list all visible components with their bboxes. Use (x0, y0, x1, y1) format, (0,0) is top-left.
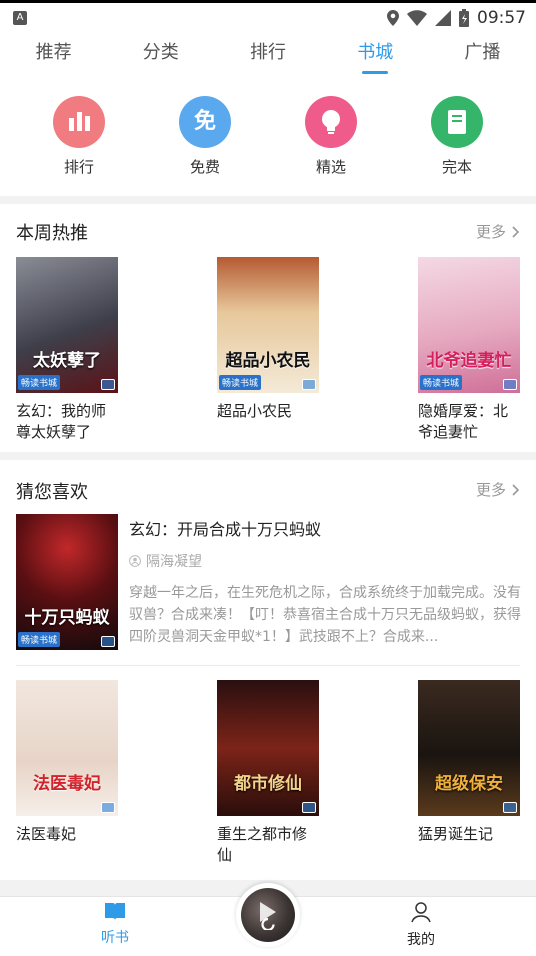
cover-title: 都市修仙 (234, 774, 302, 794)
audio-book-icon (302, 379, 316, 390)
audio-book-icon (503, 379, 517, 390)
top-tab-bar: 推荐 分类 排行 书城 广播 (0, 36, 536, 82)
book-card[interactable]: 超级保安 猛男诞生记 (418, 680, 522, 845)
audio-book-icon (101, 802, 115, 813)
tab-ranking[interactable]: 排行 (214, 36, 321, 82)
book-cover: 北爷追妻忙 畅读书城 (418, 257, 520, 393)
quick-ranking-label: 排行 (63, 158, 94, 176)
guess-more-label: 更多 (475, 481, 506, 499)
cover-title: 太妖孽了 (33, 351, 101, 371)
play-icon (260, 902, 276, 930)
signal-icon (435, 10, 451, 26)
status-bar: A 09:57 (0, 0, 536, 36)
clock: 09:57 (477, 8, 526, 28)
featured-book-title: 玄幻：开局合成十万只蚂蚁 (129, 520, 322, 539)
audio-book-icon (302, 802, 316, 813)
nav-mine[interactable]: 我的 (391, 901, 451, 949)
featured-author-name: 隔海凝望 (146, 554, 202, 570)
featured-book-author: 隔海凝望 (129, 551, 202, 571)
list-divider (16, 665, 520, 666)
player-button[interactable] (236, 883, 300, 947)
cover-title: 超级保安 (435, 774, 503, 794)
audio-book-icon (101, 636, 115, 647)
book-title: 重生之都市修仙 (217, 825, 308, 864)
book-title: 超品小农民 (217, 402, 293, 420)
book-card[interactable]: 超品小农民 畅读书城 超品小农民 (217, 257, 321, 422)
book-title: 猛男诞生记 (418, 825, 494, 843)
audio-book-icon (503, 802, 517, 813)
tab-category[interactable]: 分类 (107, 36, 214, 82)
cover-title: 十万只蚂蚁 (24, 608, 110, 628)
tab-bookstore[interactable]: 书城 (322, 36, 429, 82)
section-divider (0, 452, 536, 460)
user-icon (411, 902, 431, 923)
section-divider (0, 196, 536, 204)
book-card[interactable]: 法医毒妃 法医毒妃 (16, 680, 120, 845)
book-title: 隐婚厚爱：北爷追妻忙 (418, 402, 509, 441)
guess-more-link[interactable]: 更多 (476, 479, 520, 500)
app-notification-icon: A (13, 11, 27, 25)
free-icon-glyph: 免 (193, 109, 216, 134)
quick-entries: 排行 免 免费 精选 完本 (0, 90, 536, 190)
weekly-more-link[interactable]: 更多 (476, 221, 520, 242)
featured-book-desc: 穿越一年之后，在生死危机之际，合成系统终于加载完成。没有驭兽？合成来凑！【叮！恭… (129, 585, 521, 645)
cover-badge: 畅读书城 (18, 375, 61, 390)
cover-badge: 畅读书城 (420, 375, 463, 390)
book-icon (431, 96, 483, 148)
cover-title: 北爷追妻忙 (426, 351, 512, 371)
wifi-icon (407, 10, 427, 26)
cover-title: 超品小农民 (225, 351, 311, 371)
featured-book-cover: 十万只蚂蚁 畅读书城 (16, 514, 118, 650)
tab-recommend[interactable]: 推荐 (0, 36, 107, 82)
book-title: 法医毒妃 (16, 825, 77, 843)
open-book-icon (105, 903, 125, 920)
battery-icon (459, 9, 469, 27)
cover-badge: 畅读书城 (219, 375, 262, 390)
book-title: 玄幻：我的师尊太妖孽了 (16, 402, 107, 441)
chevron-right-icon (512, 483, 520, 496)
user-icon (129, 555, 141, 567)
quick-free-label: 免费 (189, 158, 220, 176)
book-card[interactable]: 北爷追妻忙 畅读书城 隐婚厚爱：北爷追妻忙 (418, 257, 522, 443)
weekly-section-title: 本周热推 (16, 223, 88, 244)
quick-finished[interactable]: 完本 (417, 96, 497, 177)
chevron-right-icon (512, 225, 520, 238)
status-bar-edge (0, 0, 536, 3)
quick-selected-label: 精选 (315, 158, 346, 176)
free-icon: 免 (179, 96, 231, 148)
audio-book-icon (101, 379, 115, 390)
nav-mine-label: 我的 (407, 932, 435, 948)
bar-chart-icon (53, 96, 105, 148)
book-cover: 超级保安 (418, 680, 520, 816)
cover-badge: 畅读书城 (18, 632, 61, 647)
quick-selected[interactable]: 精选 (291, 96, 371, 177)
status-icons: 09:57 (387, 7, 526, 29)
location-icon (387, 10, 399, 26)
book-cover: 法医毒妃 (16, 680, 118, 816)
book-cover: 都市修仙 (217, 680, 319, 816)
book-cover: 超品小农民 畅读书城 (217, 257, 319, 393)
lightbulb-icon (305, 96, 357, 148)
quick-ranking[interactable]: 排行 (39, 96, 119, 177)
book-card[interactable]: 都市修仙 重生之都市修仙 (217, 680, 321, 866)
book-card[interactable]: 太妖孽了 畅读书城 玄幻：我的师尊太妖孽了 (16, 257, 120, 443)
weekly-more-label: 更多 (475, 223, 506, 241)
tab-broadcast[interactable]: 广播 (429, 36, 536, 82)
quick-finished-label: 完本 (441, 158, 472, 176)
nav-listen[interactable]: 听书 (85, 901, 145, 947)
guess-section-title: 猜您喜欢 (16, 482, 88, 503)
book-cover: 太妖孽了 畅读书城 (16, 257, 118, 393)
nav-listen-label: 听书 (101, 930, 129, 946)
quick-free[interactable]: 免 免费 (165, 96, 245, 177)
cover-title: 法医毒妃 (33, 774, 101, 794)
